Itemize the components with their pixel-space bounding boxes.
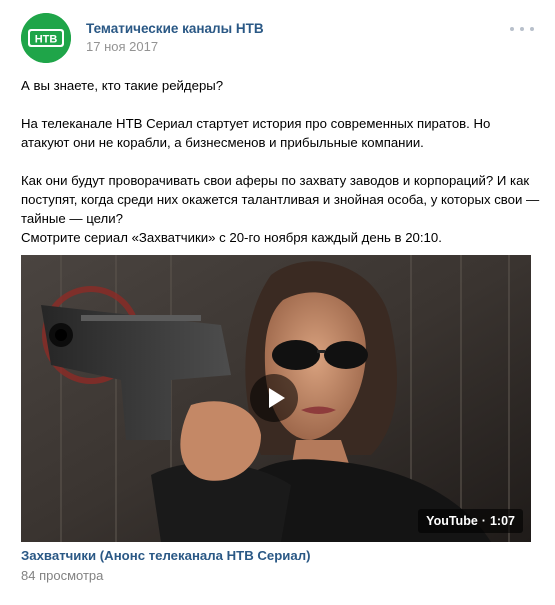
video-duration: 1:07 xyxy=(489,514,515,528)
post-date[interactable]: 17 ноя 2017 xyxy=(86,39,158,54)
play-triangle-icon xyxy=(269,388,285,408)
dot xyxy=(510,27,514,31)
post-header: НТВ Тематические каналы НТВ 17 ноя 2017 xyxy=(0,0,555,64)
play-icon[interactable] xyxy=(250,374,298,422)
post-paragraph-1: А вы знаете, кто такие рейдеры? xyxy=(21,78,224,93)
post-paragraph-4: Смотрите сериал «Захватчики» с 20-го ноя… xyxy=(21,230,442,245)
video-views: 84 просмотра xyxy=(21,568,104,583)
video-title-link[interactable]: Захватчики (Анонс телеканала НТВ Сериал) xyxy=(21,548,311,563)
post-paragraph-2: На телеканале НТВ Сериал стартует истори… xyxy=(21,116,491,150)
author-name[interactable]: Тематические каналы НТВ xyxy=(86,21,264,36)
ntv-logo-icon: НТВ xyxy=(21,13,71,63)
dot xyxy=(520,27,524,31)
post-card: НТВ Тематические каналы НТВ 17 ноя 2017 … xyxy=(0,0,555,605)
post-paragraph-3: Как они будут проворачивать свои аферы п… xyxy=(21,173,540,226)
post-text: А вы знаете, кто такие рейдеры? На телек… xyxy=(21,76,541,247)
video-source-badge: YouTube · 1:07 xyxy=(418,509,523,533)
avatar[interactable]: НТВ xyxy=(21,13,71,63)
dot xyxy=(530,27,534,31)
badge-separator: · xyxy=(481,514,486,528)
more-dots-icon[interactable] xyxy=(510,22,534,36)
svg-text:НТВ: НТВ xyxy=(35,34,58,46)
video-source: YouTube xyxy=(426,514,478,528)
